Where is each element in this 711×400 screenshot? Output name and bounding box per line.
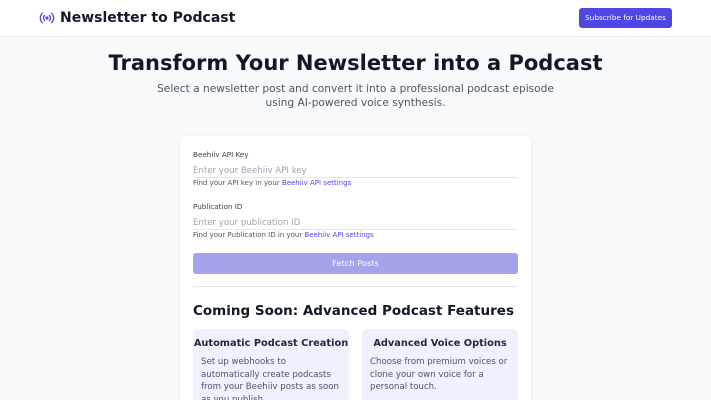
publication-id-help-text: Find your Publication ID in your	[193, 231, 305, 239]
subscribe-button[interactable]: Subscribe for Updates	[579, 8, 672, 28]
feature-description: Set up webhooks to automatically create …	[201, 357, 339, 400]
publication-settings-link[interactable]: Beehiiv API settings	[304, 231, 373, 239]
publication-id-label: Publication ID	[193, 202, 243, 211]
feature-title: Automatic Podcast Creation	[193, 338, 349, 349]
app-header: Newsletter to Podcast Subscribe for Upda…	[0, 0, 711, 37]
api-key-help-text: Find your API key in your	[193, 179, 282, 187]
app-title: Newsletter to Podcast	[60, 10, 236, 26]
api-key-label: Beehiiv API Key	[193, 150, 249, 159]
feature-description: Choose from premium voices or clone your…	[370, 357, 508, 392]
publication-id-help: Find your Publication ID in your Beehiiv…	[193, 231, 374, 239]
fetch-posts-button[interactable]: Fetch Posts	[193, 253, 518, 274]
page-title: Transform Your Newsletter into a Podcast	[108, 51, 603, 75]
api-key-help: Find your API key in your Beehiiv API se…	[193, 179, 351, 187]
form-card: Beehiiv API Key Find your API key in you…	[180, 136, 531, 400]
feature-card-voice: Advanced Voice Options Choose from premi…	[362, 329, 518, 400]
page-subtitle: Select a newsletter post and convert it …	[157, 83, 554, 109]
coming-soon-title: Coming Soon: Advanced Podcast Features	[193, 303, 514, 319]
divider	[193, 286, 518, 287]
feature-title: Advanced Voice Options	[373, 338, 507, 349]
brand[interactable]: Newsletter to Podcast	[39, 9, 235, 27]
api-key-settings-link[interactable]: Beehiiv API settings	[282, 179, 351, 187]
feature-card-automatic: Automatic Podcast Creation Set up webhoo…	[193, 329, 349, 400]
broadcast-icon	[39, 12, 55, 24]
api-key-input[interactable]	[193, 164, 518, 178]
publication-id-input[interactable]	[193, 216, 518, 230]
